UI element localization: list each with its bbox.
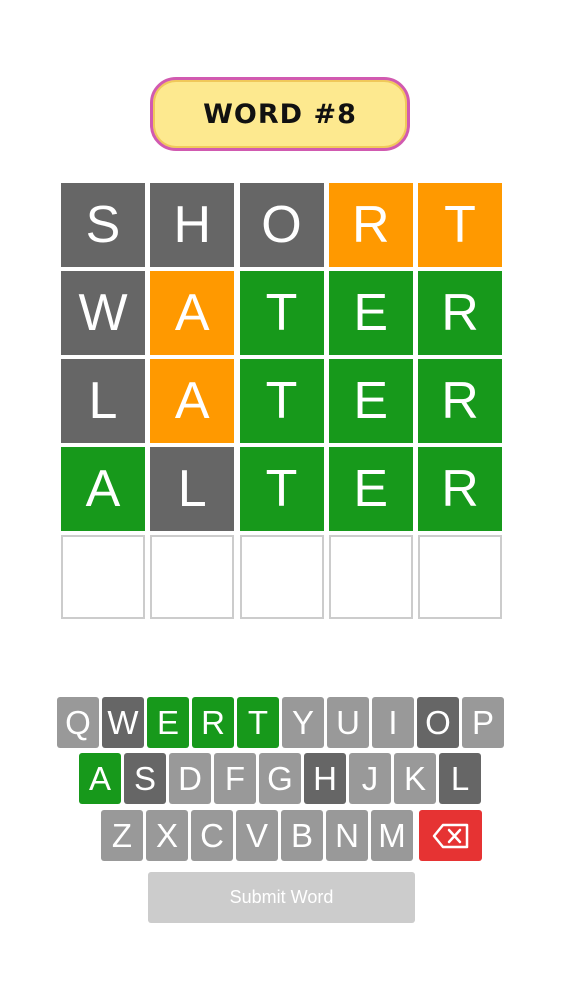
board-tile: H <box>150 183 235 267</box>
key-h[interactable]: H <box>304 753 346 804</box>
key-c[interactable]: C <box>191 810 233 861</box>
keyboard-row-2: ASDFGHJKL <box>79 753 481 804</box>
game-board: SHORTWATERLATERALTER <box>61 183 502 619</box>
board-tile: T <box>239 271 324 355</box>
board-tile: S <box>61 183 145 267</box>
key-u[interactable]: U <box>327 697 369 748</box>
key-q[interactable]: Q <box>57 697 99 748</box>
title-badge: WORD #8 <box>150 77 410 151</box>
key-i[interactable]: I <box>372 697 414 748</box>
board-tile: E <box>328 271 413 355</box>
backspace-icon <box>432 823 468 848</box>
key-g[interactable]: G <box>259 753 301 804</box>
board-tile <box>150 535 235 619</box>
keyboard-row-3: ZXCVBNM <box>101 810 482 861</box>
key-b[interactable]: B <box>281 810 323 861</box>
board-tile: O <box>239 183 324 267</box>
keyboard-row-1: QWERTYUIOP <box>57 697 504 748</box>
key-z[interactable]: Z <box>101 810 143 861</box>
key-s[interactable]: S <box>124 753 166 804</box>
board-tile: A <box>150 359 235 443</box>
board-tile: L <box>61 359 145 443</box>
key-f[interactable]: F <box>214 753 256 804</box>
board-tile: L <box>150 447 235 531</box>
key-a[interactable]: A <box>79 753 121 804</box>
key-o[interactable]: O <box>417 697 459 748</box>
board-tile: R <box>328 183 413 267</box>
board-tile: T <box>239 447 324 531</box>
key-v[interactable]: V <box>236 810 278 861</box>
key-r[interactable]: R <box>192 697 234 748</box>
key-p[interactable]: P <box>462 697 504 748</box>
board-tile <box>239 535 324 619</box>
backspace-key[interactable] <box>419 810 482 861</box>
key-j[interactable]: J <box>349 753 391 804</box>
board-tile <box>61 535 145 619</box>
key-e[interactable]: E <box>147 697 189 748</box>
submit-word-button[interactable]: Submit Word <box>148 872 415 923</box>
board-tile: R <box>418 447 502 531</box>
board-tile: R <box>418 359 502 443</box>
board-tile <box>328 535 413 619</box>
board-tile: E <box>328 447 413 531</box>
key-l[interactable]: L <box>439 753 481 804</box>
key-d[interactable]: D <box>169 753 211 804</box>
board-tile: T <box>418 183 502 267</box>
board-tile: T <box>239 359 324 443</box>
key-t[interactable]: T <box>237 697 279 748</box>
key-y[interactable]: Y <box>282 697 324 748</box>
key-n[interactable]: N <box>326 810 368 861</box>
key-k[interactable]: K <box>394 753 436 804</box>
board-tile: E <box>328 359 413 443</box>
key-m[interactable]: M <box>371 810 413 861</box>
board-tile: R <box>418 271 502 355</box>
key-w[interactable]: W <box>102 697 144 748</box>
key-x[interactable]: X <box>146 810 188 861</box>
page-title: WORD #8 <box>203 98 357 130</box>
board-tile: A <box>150 271 235 355</box>
board-tile: W <box>61 271 145 355</box>
board-tile: A <box>61 447 145 531</box>
board-tile <box>418 535 502 619</box>
